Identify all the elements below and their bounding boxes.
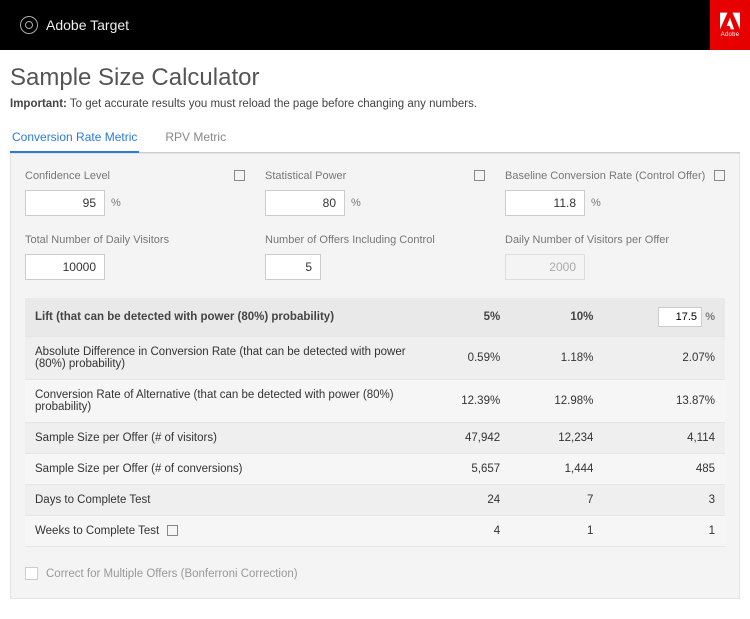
table-header-row: Lift (that can be detected with power (8… xyxy=(25,298,725,337)
cell-value: 7 xyxy=(510,485,603,516)
cell-value: 1 xyxy=(510,516,603,547)
field-per-offer: Daily Number of Visitors per Offer xyxy=(505,234,725,280)
cell-value: 1,444 xyxy=(510,454,603,485)
adobe-logo: Adobe xyxy=(710,0,750,50)
header-col-3: % xyxy=(603,298,725,337)
row-label: Sample Size per Offer (# of visitors) xyxy=(25,423,417,454)
cell-value: 24 xyxy=(417,485,510,516)
cell-value: 5,657 xyxy=(417,454,510,485)
field-baseline: Baseline Conversion Rate (Control Offer)… xyxy=(505,170,725,216)
row-label: Days to Complete Test xyxy=(25,485,417,516)
important-note: Important: To get accurate results you m… xyxy=(10,98,740,110)
cell-value: 1 xyxy=(603,516,725,547)
cell-value: 3 xyxy=(603,485,725,516)
baseline-input[interactable] xyxy=(505,190,585,216)
table-row: Weeks to Complete Test411 xyxy=(25,516,725,547)
header-col-1: 5% xyxy=(417,298,510,337)
lift-unit: % xyxy=(705,311,715,323)
cell-value: 12.39% xyxy=(417,380,510,423)
cell-value: 12.98% xyxy=(510,380,603,423)
cell-value: 4,114 xyxy=(603,423,725,454)
cell-value: 485 xyxy=(603,454,725,485)
input-row-2: Total Number of Daily Visitors Number of… xyxy=(25,234,725,280)
confidence-input[interactable] xyxy=(25,190,105,216)
power-label: Statistical Power xyxy=(265,170,485,182)
brand-text: Adobe Target xyxy=(46,17,129,33)
adobe-a-icon xyxy=(720,12,740,30)
lock-icon[interactable] xyxy=(234,170,245,181)
tab-rpv[interactable]: RPV Metric xyxy=(163,124,228,152)
offers-input[interactable] xyxy=(265,254,321,280)
cell-value: 13.87% xyxy=(603,380,725,423)
per-offer-label: Daily Number of Visitors per Offer xyxy=(505,234,725,246)
page-title: Sample Size Calculator xyxy=(10,64,740,92)
bonferroni-row: Correct for Multiple Offers (Bonferroni … xyxy=(25,567,725,580)
confidence-label: Confidence Level xyxy=(25,170,245,182)
lock-icon[interactable] xyxy=(714,170,725,181)
adobe-logo-text: Adobe xyxy=(721,32,740,38)
page-body: Sample Size Calculator Important: To get… xyxy=(0,50,750,619)
note-rest: To get accurate results you must reload … xyxy=(67,98,477,110)
table-row: Conversion Rate of Alternative (that can… xyxy=(25,380,725,423)
row-label: Sample Size per Offer (# of conversions) xyxy=(25,454,417,485)
baseline-label: Baseline Conversion Rate (Control Offer) xyxy=(505,170,725,182)
target-icon xyxy=(20,16,38,34)
bonferroni-checkbox[interactable] xyxy=(25,567,38,580)
cell-value: 0.59% xyxy=(417,337,510,380)
calculator-panel: Confidence Level % Statistical Power % B… xyxy=(10,153,740,599)
cell-value: 47,942 xyxy=(417,423,510,454)
lock-icon[interactable] xyxy=(474,170,485,181)
top-bar: Adobe Target Adobe xyxy=(0,0,750,50)
offers-label: Number of Offers Including Control xyxy=(265,234,485,246)
power-input[interactable] xyxy=(265,190,345,216)
field-confidence: Confidence Level % xyxy=(25,170,245,216)
visitors-input[interactable] xyxy=(25,254,105,280)
power-unit: % xyxy=(351,197,361,209)
row-label: Absolute Difference in Conversion Rate (… xyxy=(25,337,417,380)
field-visitors: Total Number of Daily Visitors xyxy=(25,234,245,280)
input-row-1: Confidence Level % Statistical Power % B… xyxy=(25,170,725,216)
results-table: Lift (that can be detected with power (8… xyxy=(25,298,725,547)
bonferroni-label: Correct for Multiple Offers (Bonferroni … xyxy=(46,568,298,580)
table-row: Sample Size per Offer (# of conversions)… xyxy=(25,454,725,485)
brand: Adobe Target xyxy=(20,16,129,34)
cell-value: 12,234 xyxy=(510,423,603,454)
per-offer-output xyxy=(505,254,585,280)
table-row: Absolute Difference in Conversion Rate (… xyxy=(25,337,725,380)
note-strong: Important: xyxy=(10,98,67,110)
field-offers: Number of Offers Including Control xyxy=(265,234,485,280)
lock-icon[interactable] xyxy=(167,525,178,536)
visitors-label: Total Number of Daily Visitors xyxy=(25,234,245,246)
row-label: Conversion Rate of Alternative (that can… xyxy=(25,380,417,423)
cell-value: 4 xyxy=(417,516,510,547)
cell-value: 1.18% xyxy=(510,337,603,380)
header-lift: Lift (that can be detected with power (8… xyxy=(25,298,417,337)
field-power: Statistical Power % xyxy=(265,170,485,216)
tab-conversion-rate[interactable]: Conversion Rate Metric xyxy=(10,124,139,152)
baseline-unit: % xyxy=(591,197,601,209)
table-row: Days to Complete Test2473 xyxy=(25,485,725,516)
row-label: Weeks to Complete Test xyxy=(25,516,417,547)
cell-value: 2.07% xyxy=(603,337,725,380)
lift-input[interactable] xyxy=(658,307,702,327)
table-row: Sample Size per Offer (# of visitors)47,… xyxy=(25,423,725,454)
confidence-unit: % xyxy=(111,197,121,209)
tabs: Conversion Rate Metric RPV Metric xyxy=(10,124,740,153)
header-col-2: 10% xyxy=(510,298,603,337)
